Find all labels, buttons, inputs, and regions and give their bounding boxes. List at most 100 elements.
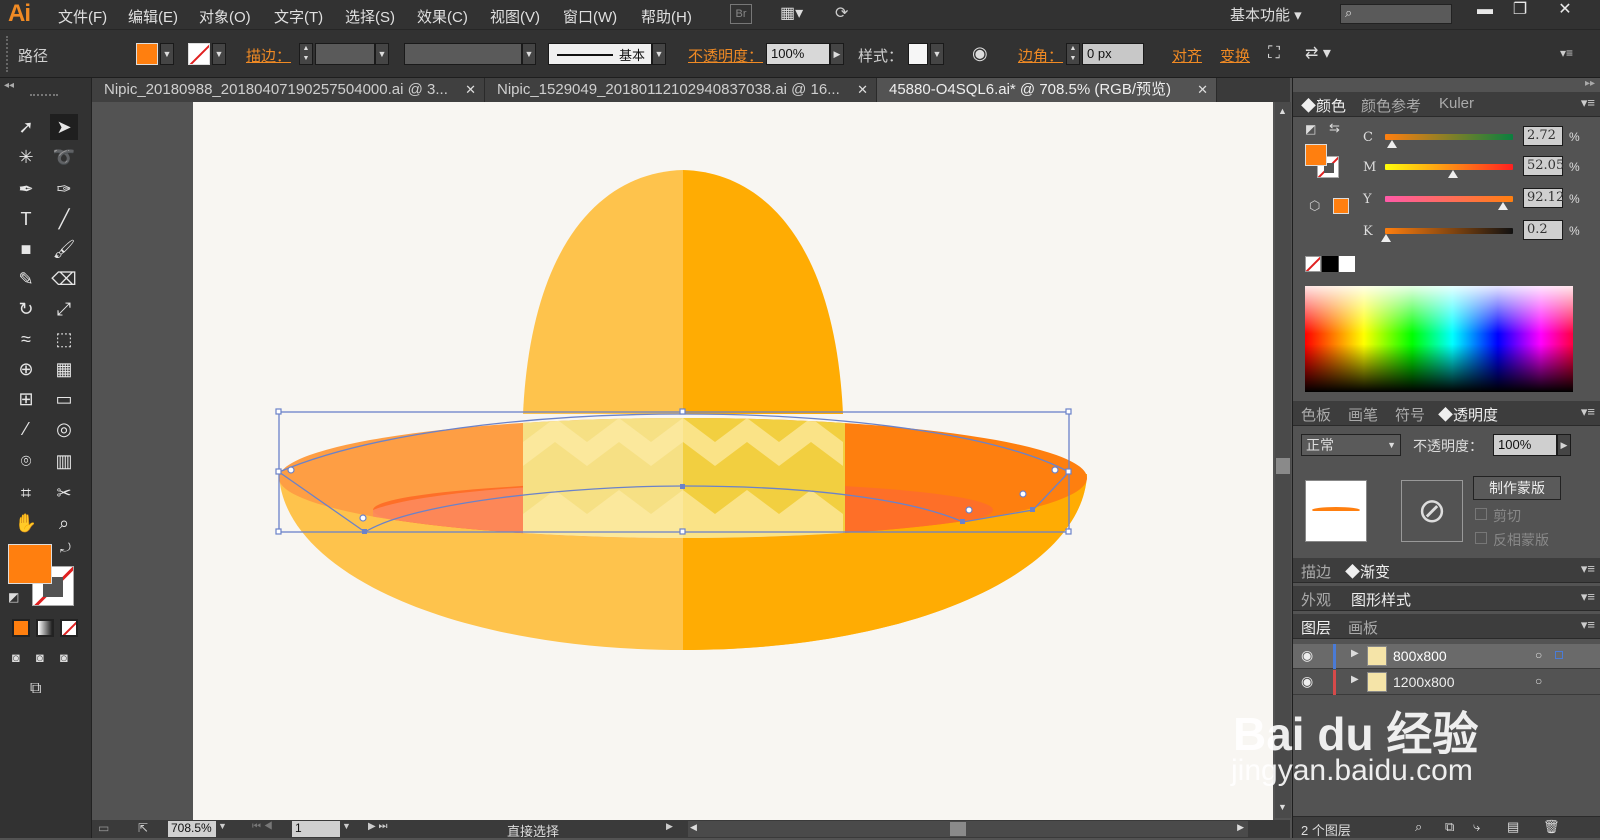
bridge-button[interactable]: Br bbox=[730, 4, 752, 24]
mesh-tool-icon[interactable]: ⊞ bbox=[12, 386, 40, 412]
perspective-grid-tool-icon[interactable]: ▦ bbox=[50, 356, 78, 382]
eyedropper-tool-icon[interactable]: ⁄ bbox=[12, 416, 40, 442]
menu-object[interactable]: 对象(O) bbox=[199, 6, 251, 27]
expand-layer-icon[interactable]: ▶ bbox=[1351, 648, 1359, 659]
shape-builder-tool-icon[interactable]: ⊕ bbox=[12, 356, 40, 382]
channel-m-knob[interactable] bbox=[1448, 170, 1458, 178]
channel-c-knob[interactable] bbox=[1387, 140, 1397, 148]
tab-transparency[interactable]: ◆透明度 bbox=[1438, 404, 1498, 425]
selection-tool-icon[interactable]: ➚ bbox=[12, 114, 40, 140]
tab-document-2[interactable]: Nipic_1529049_20180112102940837038.ai @ … bbox=[485, 78, 877, 102]
default-colors-icon[interactable]: ◩ bbox=[1305, 122, 1316, 136]
swap-colors-icon[interactable]: ⇆ bbox=[1329, 120, 1340, 136]
draw-normal-icon[interactable]: ◙ bbox=[12, 650, 20, 665]
menu-edit[interactable]: 编辑(E) bbox=[128, 6, 178, 27]
type-tool-icon[interactable]: T bbox=[12, 206, 40, 232]
column-graph-tool-icon[interactable]: ▥ bbox=[50, 448, 78, 474]
tab-stroke[interactable]: 描边 bbox=[1301, 561, 1331, 582]
menu-type[interactable]: 文字(T) bbox=[274, 6, 323, 27]
tab-document-3[interactable]: 45880-O4SQL6.ai* @ 708.5% (RGB/预览) ✕ bbox=[877, 78, 1217, 102]
channel-k-knob[interactable] bbox=[1381, 234, 1391, 242]
close-icon[interactable]: ✕ bbox=[857, 78, 868, 101]
layer-row[interactable]: ◉ ▶ 1200x800 ○ bbox=[1293, 670, 1600, 695]
stroke-dropdown[interactable]: ▼ bbox=[212, 43, 226, 65]
artboard[interactable] bbox=[193, 102, 1273, 820]
zoom-tool-icon[interactable]: ⌕ bbox=[50, 510, 78, 536]
scroll-right-icon[interactable]: ▶ bbox=[1237, 822, 1244, 833]
recolor-artwork-icon[interactable]: ◉ bbox=[972, 43, 988, 64]
free-transform-tool-icon[interactable]: ⬚ bbox=[50, 326, 78, 352]
tab-swatches[interactable]: 色板 bbox=[1301, 404, 1331, 425]
corner-label[interactable]: 边角： bbox=[1018, 45, 1063, 66]
color-mode-icon[interactable] bbox=[12, 619, 30, 637]
brush-definition[interactable]: 基本 bbox=[548, 43, 652, 65]
tab-document-1[interactable]: Nipic_20180988_20180407190257504000.ai @… bbox=[92, 78, 485, 102]
new-layer-icon[interactable]: ▤ bbox=[1507, 819, 1519, 835]
gradient-mode-icon[interactable] bbox=[36, 619, 54, 637]
default-colors-icon[interactable]: ◩ bbox=[8, 590, 19, 604]
channel-c-value[interactable]: 2.72 bbox=[1523, 126, 1563, 146]
tab-color[interactable]: ◆颜色 bbox=[1301, 95, 1346, 116]
hscroll-thumb[interactable] bbox=[950, 822, 966, 836]
scroll-down-icon[interactable]: ▼ bbox=[1278, 802, 1287, 812]
menu-view[interactable]: 视图(V) bbox=[490, 6, 540, 27]
expand-layer-icon[interactable]: ▶ bbox=[1351, 674, 1359, 685]
panel-menu-icon[interactable]: ▾≡ bbox=[1581, 617, 1595, 633]
close-icon[interactable]: ✕ bbox=[1197, 78, 1208, 101]
target-icon[interactable]: ○ bbox=[1535, 674, 1542, 688]
opacity-arrow[interactable]: ▶ bbox=[830, 43, 844, 65]
zoom-dropdown[interactable]: ▼ bbox=[218, 821, 227, 831]
make-mask-button[interactable]: 制作蒙版 bbox=[1473, 476, 1561, 500]
blend-tool-icon[interactable]: ◎ bbox=[50, 416, 78, 442]
expand-dock-icon[interactable]: ▸▸ bbox=[1585, 78, 1595, 89]
draw-inside-icon[interactable]: ◙ bbox=[60, 650, 68, 665]
visibility-eye-icon[interactable]: ◉ bbox=[1301, 673, 1313, 690]
blend-mode-select[interactable]: 正常 ▼ bbox=[1301, 434, 1401, 456]
artboard-dropdown[interactable]: ▼ bbox=[342, 821, 351, 831]
brush-dropdown[interactable]: ▼ bbox=[652, 43, 666, 65]
tab-symbols[interactable]: 符号 bbox=[1395, 404, 1425, 425]
gradient-tool-icon[interactable]: ▭ bbox=[50, 386, 78, 412]
none-color-swatch[interactable] bbox=[1305, 256, 1321, 272]
layer-name[interactable]: 800x800 bbox=[1393, 648, 1447, 664]
profile-dropdown[interactable]: ▼ bbox=[522, 43, 536, 65]
screen-mode-icon[interactable]: ⧉ bbox=[30, 680, 41, 698]
menu-help[interactable]: 帮助(H) bbox=[641, 6, 692, 27]
stroke-weight-dropdown[interactable]: ▼ bbox=[375, 43, 389, 65]
isolate-icon[interactable]: ⛶ bbox=[1268, 43, 1280, 63]
sombrero-artwork[interactable] bbox=[193, 102, 1273, 820]
color-spectrum[interactable] bbox=[1305, 286, 1573, 392]
channel-c-slider[interactable] bbox=[1385, 134, 1513, 140]
zoom-field[interactable]: 708.5% bbox=[168, 821, 216, 837]
tab-color-guide[interactable]: 颜色参考 bbox=[1361, 95, 1421, 116]
scroll-left-icon[interactable]: ◀ bbox=[690, 822, 697, 833]
draw-behind-icon[interactable]: ◙ bbox=[36, 650, 44, 665]
minimize-button[interactable]: ▬ bbox=[1470, 0, 1500, 22]
menu-window[interactable]: 窗口(W) bbox=[563, 6, 617, 27]
selection-indicator[interactable] bbox=[1555, 651, 1563, 659]
clip-checkbox[interactable] bbox=[1475, 508, 1487, 520]
stroke-weight-field[interactable] bbox=[315, 43, 375, 65]
magic-wand-tool-icon[interactable]: ✳ bbox=[12, 144, 40, 170]
corner-stepper[interactable]: ▲ ▼ bbox=[1066, 43, 1080, 65]
locate-object-icon[interactable]: ⌕ bbox=[1415, 819, 1422, 835]
artboard-tool-icon[interactable]: ⌗ bbox=[12, 480, 40, 506]
sync-icon[interactable]: ⟳ bbox=[835, 3, 861, 25]
stroke-swatch[interactable] bbox=[188, 43, 210, 65]
visibility-eye-icon[interactable]: ◉ bbox=[1301, 647, 1313, 664]
export-icon[interactable]: ⇱ bbox=[138, 821, 148, 835]
panel-menu-icon[interactable]: ▾≡ bbox=[1581, 589, 1595, 605]
arrange-icon[interactable]: ⇄ ▾ bbox=[1305, 43, 1331, 63]
channel-y-slider[interactable] bbox=[1385, 196, 1513, 202]
tab-layers[interactable]: 图层 bbox=[1301, 617, 1331, 638]
tab-appearance[interactable]: 外观 bbox=[1301, 589, 1331, 610]
pencil-tool-icon[interactable]: ✎ bbox=[12, 266, 40, 292]
channel-y-knob[interactable] bbox=[1498, 202, 1508, 210]
invert-mask-checkbox[interactable] bbox=[1475, 532, 1487, 544]
scroll-thumb[interactable] bbox=[1276, 458, 1290, 474]
menu-file[interactable]: 文件(F) bbox=[58, 6, 107, 27]
delete-layer-icon[interactable]: 🗑 bbox=[1543, 819, 1560, 835]
scale-tool-icon[interactable]: ⤢ bbox=[50, 296, 78, 322]
eraser-tool-icon[interactable]: ⌫ bbox=[50, 266, 78, 292]
horizontal-scrollbar[interactable]: ◀ ▶ bbox=[688, 821, 1248, 837]
